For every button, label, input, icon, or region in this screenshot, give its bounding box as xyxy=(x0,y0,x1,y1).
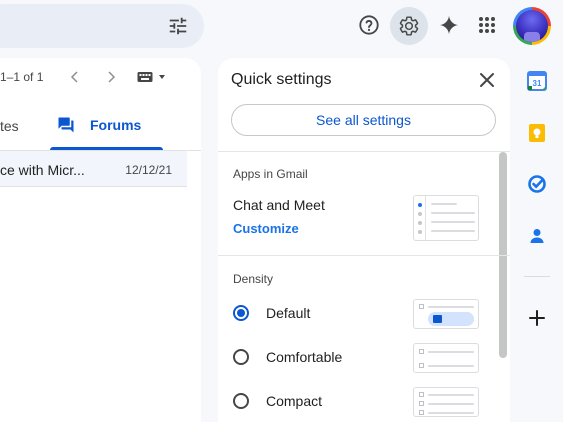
mail-list-panel xyxy=(0,58,201,422)
contacts-icon[interactable] xyxy=(527,226,547,246)
density-option-compact[interactable]: Compact xyxy=(233,393,322,409)
chat-meet-label: Chat and Meet xyxy=(233,197,325,213)
customize-link[interactable]: Customize xyxy=(233,221,299,236)
tasks-icon[interactable] xyxy=(527,174,547,194)
density-option-label: Compact xyxy=(266,393,323,409)
chevron-left-icon[interactable] xyxy=(67,69,83,85)
sparkle-icon[interactable] xyxy=(437,13,461,37)
calendar-day: 31 xyxy=(533,79,542,88)
divider xyxy=(218,255,510,256)
keep-icon[interactable] xyxy=(527,123,547,143)
density-comfortable-preview xyxy=(413,343,479,373)
density-option-comfortable[interactable]: Comfortable xyxy=(233,349,342,365)
radio-default[interactable] xyxy=(233,305,249,321)
table-row[interactable]: ce with Micr... 12/12/21 xyxy=(0,151,187,187)
add-icon[interactable] xyxy=(527,308,547,328)
density-option-default[interactable]: Default xyxy=(233,305,310,321)
density-default-preview xyxy=(413,299,479,329)
email-subject: ce with Micr... xyxy=(0,162,85,178)
keyboard-icon[interactable] xyxy=(137,70,169,84)
density-option-label: Default xyxy=(266,305,311,321)
apps-section-title: Apps in Gmail xyxy=(233,167,308,181)
radio-compact[interactable] xyxy=(233,393,249,409)
calendar-icon[interactable]: 31 xyxy=(527,71,547,91)
density-option-label: Comfortable xyxy=(266,349,343,365)
settings-button[interactable] xyxy=(390,7,428,45)
divider xyxy=(218,151,510,152)
help-icon[interactable] xyxy=(356,12,382,38)
apps-grid-icon[interactable] xyxy=(475,13,499,37)
forums-icon xyxy=(58,117,74,133)
chevron-right-icon[interactable] xyxy=(103,69,119,85)
tab-updates[interactable]: tes xyxy=(0,118,19,134)
quick-settings-title: Quick settings xyxy=(231,71,332,88)
pager-count: 1–1 of 1 xyxy=(0,70,44,84)
density-compact-preview xyxy=(413,387,479,417)
close-icon[interactable] xyxy=(478,71,496,89)
tab-forums[interactable]: Forums xyxy=(90,117,141,133)
radio-comfortable[interactable] xyxy=(233,349,249,365)
chat-meet-preview xyxy=(413,195,479,241)
gear-icon xyxy=(399,16,419,36)
see-all-settings-button[interactable]: See all settings xyxy=(231,104,496,136)
email-date: 12/12/21 xyxy=(125,163,172,177)
quick-settings-panel: Quick settings See all settings Apps in … xyxy=(218,58,510,422)
rail-divider xyxy=(524,276,550,277)
density-section-title: Density xyxy=(233,272,274,286)
tune-icon[interactable] xyxy=(167,15,189,37)
avatar[interactable] xyxy=(513,7,551,45)
